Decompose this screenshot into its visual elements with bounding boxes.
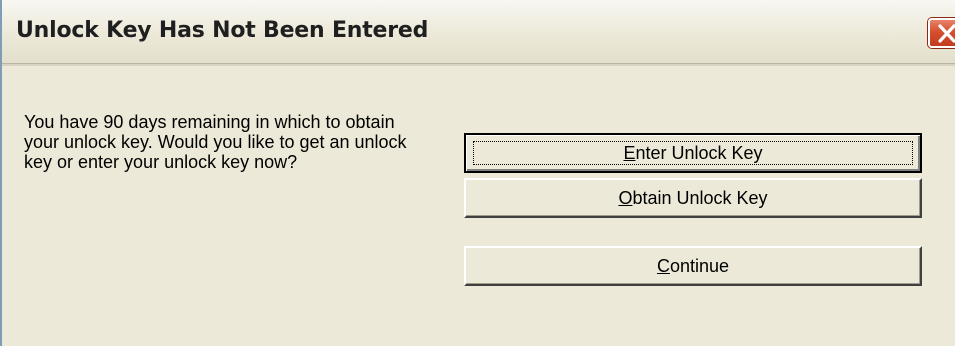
dialog-message: You have 90 days remaining in which to o… [24,112,407,172]
obtain-unlock-key-button[interactable]: Obtain Unlock Key [464,178,922,218]
close-button[interactable] [928,18,955,48]
close-icon [938,24,955,43]
obtain-unlock-key-label: Obtain Unlock Key [618,187,768,208]
continue-button[interactable]: Continue [464,246,922,286]
dialog-title: Unlock Key Has Not Been Entered [16,18,429,43]
continue-label: Continue [656,255,730,276]
title-bar[interactable]: Unlock Key Has Not Been Entered [2,0,955,66]
dialog-window: Unlock Key Has Not Been Entered You have… [0,0,955,346]
enter-unlock-key-button[interactable]: Enter Unlock Key [464,133,922,173]
enter-unlock-key-label: Enter Unlock Key [623,142,763,163]
